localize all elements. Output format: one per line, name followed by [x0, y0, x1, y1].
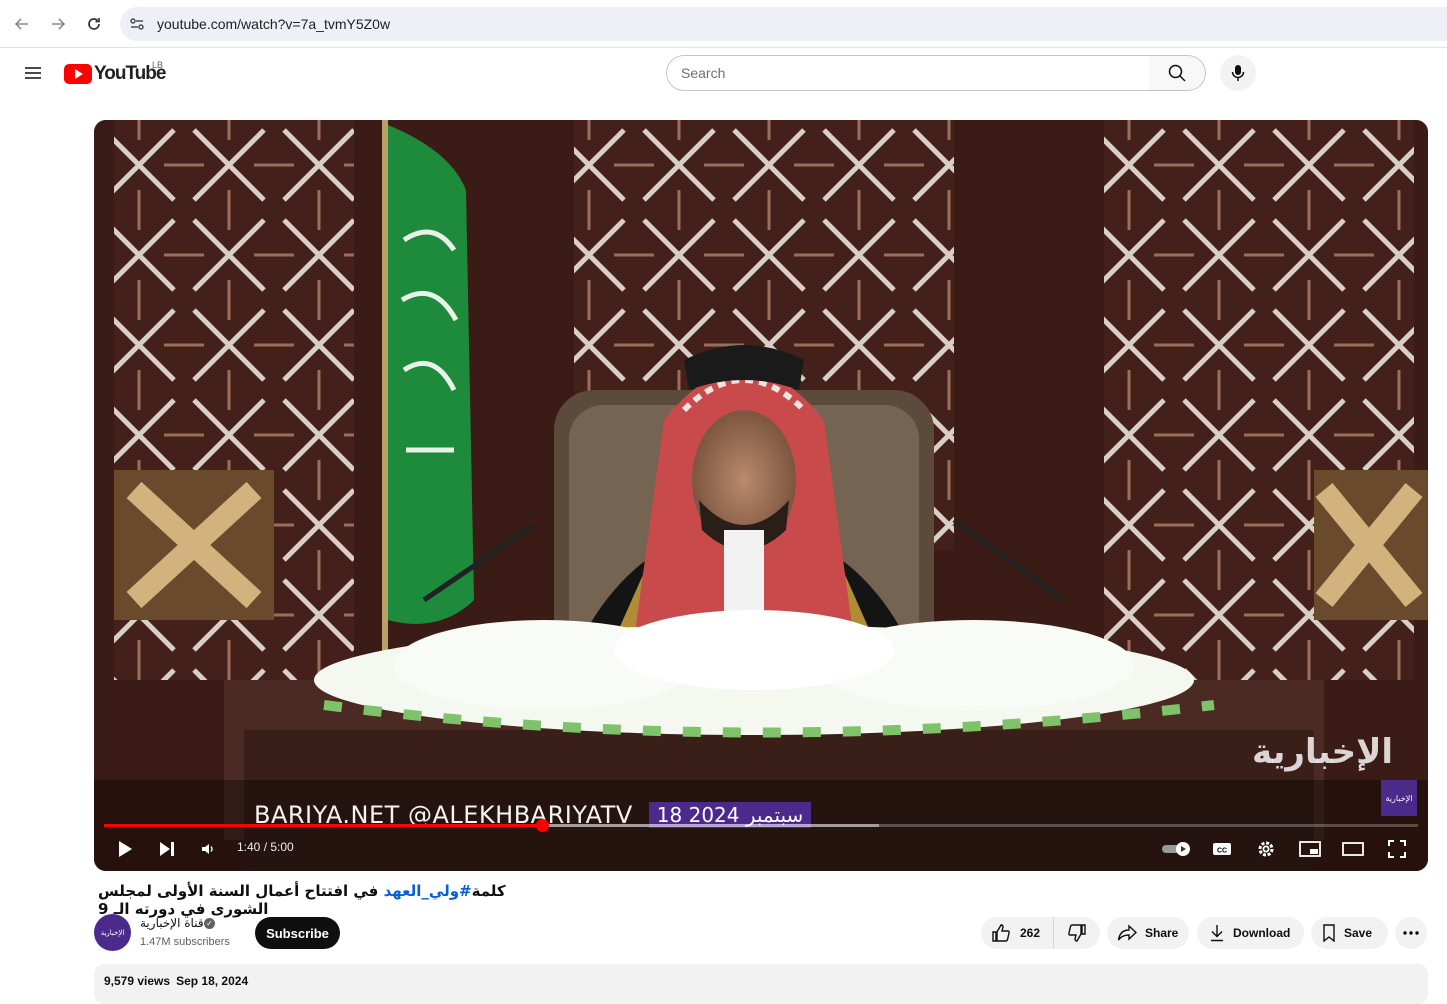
description-box[interactable]: 9,579 views Sep 18, 2024	[94, 964, 1428, 1004]
title-hashtag-link[interactable]: #ولي_العهد	[384, 882, 472, 900]
search-input[interactable]	[681, 56, 1141, 90]
hamburger-menu-icon[interactable]	[20, 60, 46, 86]
play-button[interactable]	[114, 836, 136, 862]
save-button[interactable]: Save	[1311, 917, 1388, 949]
title-rest: في افتتاح أعمال السنة الأولى لمجلس الشور…	[98, 882, 384, 918]
thumbs-up-icon	[992, 924, 1010, 942]
thumbs-down-icon	[1068, 924, 1086, 942]
volume-button[interactable]	[197, 836, 219, 862]
youtube-header: YouTube LB	[0, 48, 1447, 98]
channel-bug-logo: الإخبارية	[1381, 780, 1417, 816]
download-button[interactable]: Download	[1197, 917, 1304, 949]
subscribe-button[interactable]: Subscribe	[255, 917, 340, 949]
fullscreen-icon	[1388, 840, 1406, 858]
youtube-logo[interactable]: YouTube	[64, 63, 166, 85]
play-icon	[119, 841, 132, 857]
view-count: 9,579 views	[104, 974, 171, 988]
next-icon	[160, 842, 174, 856]
upload-date: Sep 18, 2024	[176, 974, 249, 988]
like-button[interactable]: 262	[981, 917, 1054, 949]
url-text[interactable]: youtube.com/watch?v=7a_tvmY5Z0w	[157, 16, 390, 32]
forward-arrow-icon[interactable]	[46, 12, 70, 36]
save-label: Save	[1344, 926, 1373, 940]
played-bar	[104, 824, 542, 827]
like-dislike-group: 262	[981, 917, 1100, 949]
next-button[interactable]	[156, 836, 178, 862]
reload-icon[interactable]	[82, 12, 106, 36]
scrubber-handle[interactable]	[535, 819, 549, 832]
miniplayer-button[interactable]	[1298, 836, 1322, 862]
dislike-button[interactable]	[1054, 923, 1100, 943]
description-meta: 9,579 views Sep 18, 2024	[104, 974, 254, 988]
video-frame	[94, 120, 1428, 871]
back-arrow-icon[interactable]	[10, 12, 34, 36]
voice-search-button[interactable]	[1220, 55, 1256, 91]
search-box	[666, 55, 1150, 91]
share-label: Share	[1145, 926, 1179, 940]
settings-button[interactable]	[1255, 836, 1277, 862]
subscriber-count: 1.47M subscribers	[140, 936, 230, 948]
miniplayer-icon	[1299, 841, 1321, 857]
subtitles-button[interactable]: CC	[1211, 836, 1233, 862]
youtube-play-icon	[64, 64, 92, 84]
autoplay-toggle[interactable]	[1160, 836, 1194, 862]
more-actions-button[interactable]	[1395, 917, 1427, 949]
time-display: 1:40 / 5:00	[237, 840, 294, 854]
like-count: 262	[1020, 926, 1041, 940]
verified-badge-icon: ✓	[204, 918, 215, 929]
site-settings-icon[interactable]	[128, 15, 146, 33]
more-horizontal-icon	[1403, 931, 1419, 935]
video-title: كلمة#ولي_العهد في افتتاح أعمال السنة الأ…	[98, 882, 558, 918]
bookmark-icon	[1323, 924, 1335, 942]
title-prefix: كلمة	[471, 882, 506, 900]
search-icon	[1168, 64, 1186, 82]
autoplay-toggle-icon	[1162, 842, 1190, 856]
channel-avatar[interactable]: الإخبارية	[94, 914, 131, 951]
download-label: Download	[1233, 926, 1291, 940]
region-code: LB	[152, 60, 164, 70]
video-player[interactable]: BARIYA.NET @ALEKHBARIYATV 18 سبتمبر 2024…	[94, 120, 1428, 871]
share-button[interactable]: Share	[1107, 917, 1189, 949]
browser-toolbar: youtube.com/watch?v=7a_tvmY5Z0w	[0, 0, 1447, 48]
channel-watermark: الإخبارية	[1252, 732, 1394, 772]
svg-text:CC: CC	[1217, 848, 1227, 855]
progress-bar[interactable]	[104, 819, 1418, 832]
microphone-icon	[1231, 65, 1245, 81]
share-icon	[1117, 924, 1137, 941]
theater-mode-button[interactable]	[1341, 836, 1365, 862]
fullscreen-button[interactable]	[1385, 836, 1409, 862]
volume-icon	[202, 844, 213, 854]
download-icon	[1211, 925, 1223, 942]
search-button[interactable]	[1149, 55, 1206, 91]
theater-mode-icon	[1342, 842, 1364, 856]
address-bar[interactable]: youtube.com/watch?v=7a_tvmY5Z0w	[120, 7, 1447, 41]
gear-icon	[1258, 841, 1274, 857]
closed-captions-icon: CC	[1213, 843, 1231, 855]
channel-name[interactable]: قناة الإخبارية	[140, 916, 204, 930]
